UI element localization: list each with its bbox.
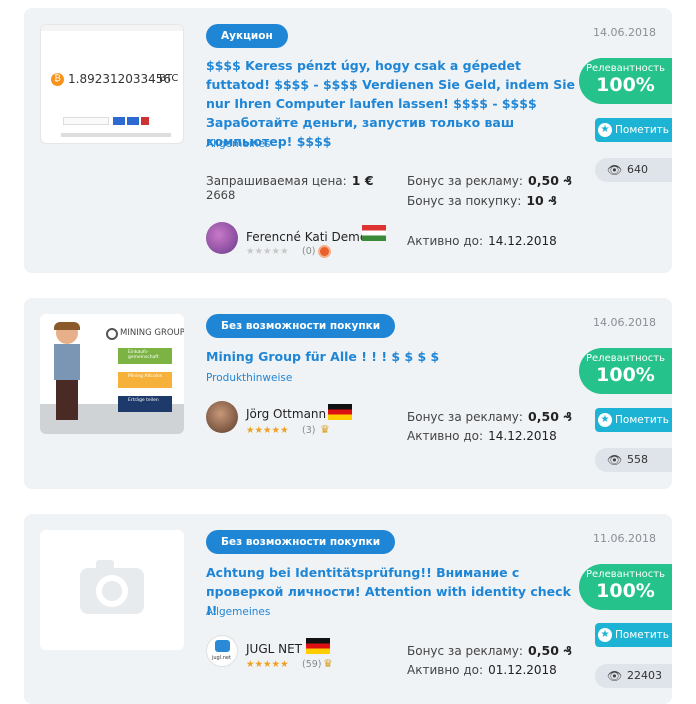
active-value: 14.12.2018 (488, 429, 557, 443)
bonus-ad-label: Бонус за рекламу: (407, 644, 523, 658)
germany-flag-icon (306, 638, 330, 654)
bonus-ad-value: 0,50 ₰ (528, 643, 572, 658)
seller-name[interactable]: Ferencné Kati Deme (246, 230, 367, 244)
relevance-value: 100% (596, 364, 655, 386)
views-counter: 👁 22403 (595, 664, 672, 688)
listing-date: 14.06.2018 (593, 316, 656, 329)
bonus-buy-label: Бонус за покупку: (407, 194, 522, 208)
active-label: Активно до: (407, 429, 484, 443)
listing-category[interactable]: Produkthinweise (206, 372, 292, 384)
mining-group-logo: MINING GROUP (120, 328, 184, 338)
mark-button[interactable]: ★ Пометить (595, 623, 672, 647)
relevance-badge: Релевантность 100% (579, 58, 672, 104)
price-sub: 2668 (206, 188, 236, 202)
rating-stars: ★★★★★ (246, 425, 289, 436)
thumb-item: Einkaufs-gemeinschaft (118, 348, 172, 364)
mark-button[interactable]: ★ Пометить (595, 408, 672, 432)
star-icon: ★ (598, 413, 613, 427)
rating-stars: ★★★★★ (246, 246, 289, 257)
listing-date: 11.06.2018 (593, 532, 656, 545)
relevance-badge: Релевантность 100% (579, 348, 672, 394)
avatar[interactable]: jugl.net (206, 635, 238, 667)
listing-category[interactable]: Allgemeines (206, 606, 270, 618)
bonus-ad-label: Бонус за рекламу: (407, 410, 523, 424)
eye-icon: 👁 (607, 669, 623, 683)
relevance-label: Релевантность (586, 569, 665, 580)
listing-type-badge[interactable]: Без возможности покупки (206, 314, 396, 338)
listing-type-badge[interactable]: Без возможности покупки (206, 530, 396, 554)
price-value: 1 € (351, 173, 374, 188)
relevance-label: Релевантность (586, 63, 665, 74)
bonus-ad-label: Бонус за рекламу: (407, 174, 523, 188)
views-counter: 👁 640 (595, 158, 672, 182)
price-row: Запрашиваемая цена: 1 € (206, 170, 374, 189)
relevance-badge: Релевантность 100% (579, 564, 672, 610)
bonus-ad-value: 0,50 ₰ (528, 173, 572, 188)
relevance-value: 100% (596, 74, 655, 96)
active-label: Активно до: (407, 663, 484, 677)
views-count: 22403 (627, 669, 662, 682)
eye-icon: 👁 (607, 163, 623, 177)
bonus-ad-row: Бонус за рекламу: 0,50 ₰ (407, 406, 572, 425)
listing-thumbnail[interactable]: ₿ 1.892312033456 BTC (40, 24, 184, 144)
hungary-flag-icon (362, 225, 386, 241)
thumb-item: Mining Altcoins (118, 372, 172, 388)
seller-name[interactable]: Jörg Ottmann (246, 407, 326, 421)
relevance-value: 100% (596, 580, 655, 602)
avatar-text: jugl.net (212, 655, 231, 661)
listing-card[interactable]: Без возможности покупки 11.06.2018 Achtu… (24, 514, 672, 704)
thumb-item: Erträge teilen (118, 396, 172, 412)
views-count: 640 (627, 163, 648, 176)
avatar[interactable] (206, 222, 238, 254)
btc-unit: BTC (159, 73, 179, 84)
active-until-row: Активно до: 01.12.2018 (407, 659, 557, 678)
listing-title[interactable]: $$$$ Keress pénzt úgy, hogy csak a géped… (206, 56, 576, 151)
listing-thumbnail[interactable]: MINING GROUP Einkaufs-gemeinschaft Minin… (40, 314, 184, 434)
active-until-row: Активно до: 14.12.2018 (407, 425, 557, 444)
price-label: Запрашиваемая цена: (206, 174, 347, 188)
listing-date: 14.06.2018 (593, 26, 656, 39)
bonus-buy-row: Бонус за покупку: 10 ₰ (407, 190, 557, 209)
germany-flag-icon (328, 404, 352, 420)
listing-type-badge[interactable]: Аукцион (206, 24, 288, 48)
btc-amount: 1.892312033456 (68, 72, 172, 86)
bonus-buy-value: 10 ₰ (526, 193, 557, 208)
active-label: Активно до: (407, 234, 484, 248)
seller-name[interactable]: JUGL NET (246, 642, 302, 656)
active-value: 14.12.2018 (488, 234, 557, 248)
eye-icon: 👁 (607, 453, 623, 467)
listing-card[interactable]: ₿ 1.892312033456 BTC Аукцион 14.06.2018 … (24, 8, 672, 273)
rating-count: (3) (302, 425, 316, 436)
award-badge-icon (318, 245, 331, 258)
trophy-icon: ♛ (320, 423, 330, 436)
listing-card[interactable]: MINING GROUP Einkaufs-gemeinschaft Minin… (24, 298, 672, 489)
rating-count: (59) (302, 659, 322, 670)
mark-label: Пометить (615, 124, 669, 136)
star-icon: ★ (598, 628, 613, 642)
trophy-icon: ♛ (323, 657, 333, 670)
listing-category[interactable]: Allgemeines (206, 138, 270, 150)
rating-count: (0) (302, 246, 316, 257)
star-icon: ★ (598, 123, 613, 137)
mark-label: Пометить (615, 414, 669, 426)
relevance-label: Релевантность (586, 353, 665, 364)
bonus-ad-row: Бонус за рекламу: 0,50 ₰ (407, 640, 572, 659)
views-counter: 👁 558 (595, 448, 672, 472)
active-value: 01.12.2018 (488, 663, 557, 677)
bitcoin-icon: ₿ (51, 73, 64, 86)
bonus-ad-row: Бонус за рекламу: 0,50 ₰ (407, 170, 572, 189)
listing-thumbnail[interactable] (40, 530, 184, 650)
avatar[interactable] (206, 401, 238, 433)
bonus-ad-value: 0,50 ₰ (528, 409, 572, 424)
mark-button[interactable]: ★ Пометить (595, 118, 672, 142)
views-count: 558 (627, 453, 648, 466)
mark-label: Пометить (615, 629, 669, 641)
active-until-row: Активно до: 14.12.2018 (407, 230, 557, 249)
rating-stars: ★★★★★ (246, 659, 289, 670)
listing-title[interactable]: Mining Group für Alle ! ! ! $ $ $ $ (206, 347, 576, 366)
jugl-logo-icon (215, 640, 230, 652)
